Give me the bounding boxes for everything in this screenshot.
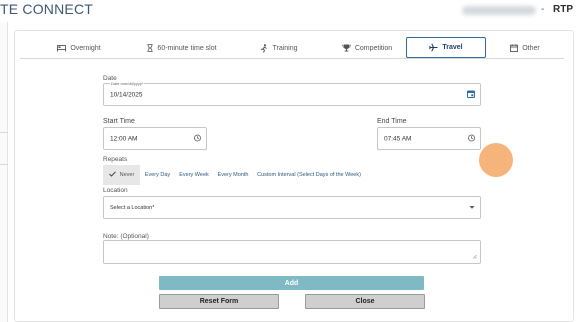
trophy-icon — [342, 44, 351, 52]
tab-overnight-label: Overnight — [70, 44, 101, 52]
activity-type-tabs: Overnight 60-minute time slot Training C… — [20, 37, 564, 59]
side-rail-divider — [0, 164, 8, 165]
org-code[interactable]: RTP — [553, 4, 573, 15]
clock-icon[interactable] — [194, 134, 201, 143]
tab-competition[interactable]: Competition — [328, 37, 406, 59]
tab-competition-label: Competition — [354, 44, 393, 52]
top-bar: TE CONNECT - RTP — [0, 0, 576, 22]
end-time-field[interactable]: 07:45 AM — [377, 127, 481, 150]
bed-icon — [57, 44, 67, 52]
repeat-option-label: Never — [119, 172, 135, 178]
repeat-option-label: Every Week — [179, 172, 209, 178]
tab-travel-label: Travel — [442, 44, 463, 51]
date-value: 10/14/2025 — [110, 91, 143, 98]
start-time-value: 12:00 AM — [110, 135, 138, 142]
user-name-redacted[interactable] — [462, 6, 536, 15]
repeat-option-every-week[interactable]: Every Week — [175, 165, 213, 185]
resize-handle-icon[interactable] — [472, 254, 477, 261]
repeat-option-every-day[interactable]: Every Day — [141, 165, 174, 185]
repeats-label: Repeats — [103, 156, 128, 163]
brand-logo[interactable]: TE CONNECT — [0, 1, 93, 17]
repeat-option-label: Every Month — [217, 172, 249, 178]
reset-form-button[interactable]: Reset Form — [159, 294, 279, 309]
tab-60-minute-time-slot[interactable]: 60-minute time slot — [132, 37, 232, 59]
airplane-icon — [429, 43, 438, 52]
add-button[interactable]: Add — [159, 276, 424, 290]
location-placeholder: Select a Location* — [110, 204, 155, 211]
tab-training[interactable]: Training — [248, 37, 310, 59]
running-icon — [260, 43, 268, 53]
check-icon — [108, 171, 116, 179]
repeat-option-custom-interval[interactable]: Custom Interval (Select Days of the Week… — [253, 165, 365, 185]
calendar-icon — [510, 44, 519, 52]
date-floating-label: Date mm/dd/yyyy* — [110, 81, 145, 86]
repeat-option-every-month[interactable]: Every Month — [214, 165, 252, 185]
note-label: Note: (Optional) — [103, 233, 149, 240]
clock-icon[interactable] — [468, 134, 475, 143]
close-button[interactable]: Close — [305, 294, 425, 309]
tab-other-label: Other — [522, 44, 540, 52]
user-separator: - — [541, 4, 545, 15]
note-textarea[interactable] — [103, 240, 481, 264]
side-rail-divider — [0, 132, 8, 133]
end-time-label: End Time — [377, 118, 407, 125]
location-label: Location — [103, 187, 128, 194]
tab-travel[interactable]: Travel — [406, 37, 486, 58]
date-field[interactable]: Date mm/dd/yyyy* 10/14/2025 — [103, 81, 481, 106]
calendar-picker-icon[interactable] — [467, 90, 475, 100]
tab-other[interactable]: Other — [500, 37, 550, 59]
dropdown-caret-icon[interactable] — [469, 204, 475, 211]
repeat-option-label: Every Day — [144, 172, 171, 178]
tab-training-label: Training — [272, 44, 298, 52]
repeat-option-never[interactable]: Never — [103, 165, 140, 185]
tab-overnight[interactable]: Overnight — [42, 37, 116, 59]
tab-60-minute-label: 60-minute time slot — [157, 44, 217, 52]
start-time-label: Start Time — [103, 118, 135, 125]
cursor-highlight — [479, 143, 513, 177]
end-time-value: 07:45 AM — [384, 135, 412, 142]
hourglass-icon — [147, 44, 153, 52]
location-select[interactable]: Select a Location* — [103, 196, 481, 219]
repeat-option-label: Custom Interval (Select Days of the Week… — [257, 172, 361, 178]
side-rail — [0, 22, 8, 322]
start-time-field[interactable]: 12:00 AM — [103, 127, 207, 150]
